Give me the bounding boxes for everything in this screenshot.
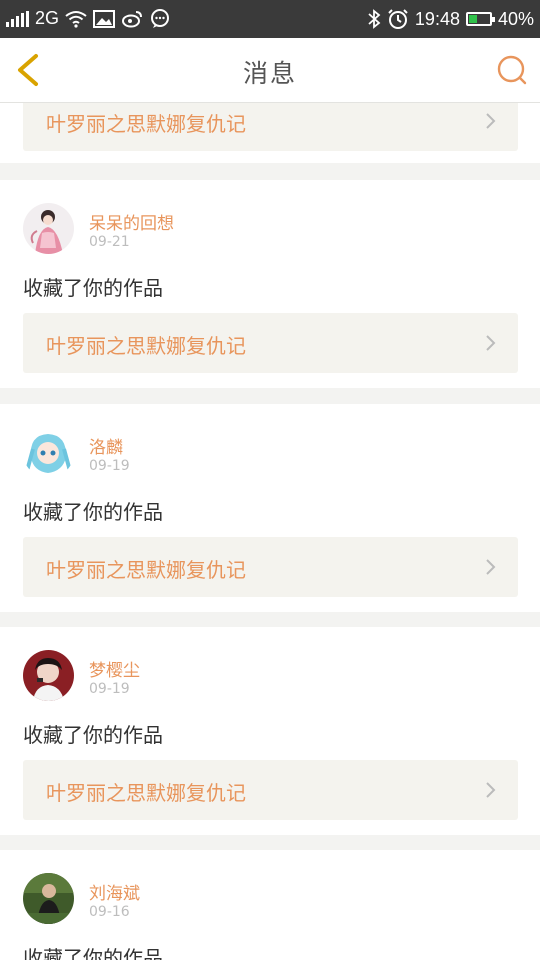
message-text: 收藏了你的作品 [23,500,163,524]
user-avatar[interactable] [23,650,74,701]
message-date: 09-19 [89,681,130,697]
status-right: 19:48 40% [367,8,534,30]
user-avatar[interactable] [23,203,74,254]
nav-bar: 消息 [0,38,540,103]
bluetooth-icon [368,9,381,29]
network-type: 2G [35,8,60,28]
username[interactable]: 梦樱尘 [89,656,140,681]
username[interactable]: 刘海斌 [89,879,140,904]
message-card-partial: 叶罗丽之思默娜复仇记 [0,102,540,163]
message-date: 09-21 [89,234,130,250]
battery-percent: 40% [497,8,534,29]
work-title: 叶罗丽之思默娜复仇记 [46,558,246,582]
work-title: 叶罗丽之思默娜复仇记 [46,334,246,358]
status-bar: 2G 19:48 40% [0,0,540,38]
message-card: 洛麟 09-19 收藏了你的作品 叶罗丽之思默娜复仇记 [0,404,540,612]
signal-icon [6,10,29,27]
chat-icon [151,8,170,28]
message-card: 呆呆的回想 09-21 收藏了你的作品 叶罗丽之思默娜复仇记 [0,180,540,388]
status-left: 2G [6,8,171,29]
chevron-right-icon [486,335,496,351]
message-card: 梦樱尘 09-19 收藏了你的作品 叶罗丽之思默娜复仇记 [0,627,540,835]
username[interactable]: 洛麟 [89,433,123,458]
work-title: 叶罗丽之思默娜复仇记 [46,112,246,136]
search-button[interactable] [496,54,528,86]
chevron-right-icon [486,782,496,798]
username[interactable]: 呆呆的回想 [89,209,174,234]
chevron-right-icon [486,559,496,575]
work-link[interactable]: 叶罗丽之思默娜复仇记 [23,313,518,373]
chevron-right-icon [486,113,496,129]
message-card: 刘海斌 09-16 收藏了你的作品 [0,850,540,960]
message-list[interactable]: 叶罗丽之思默娜复仇记 呆呆的回想 09-21 收藏了你的作品 叶罗丽之思默娜复仇… [0,102,540,960]
work-link[interactable]: 叶罗丽之思默娜复仇记 [23,760,518,820]
image-icon [93,9,116,28]
user-avatar[interactable] [23,873,74,924]
work-title: 叶罗丽之思默娜复仇记 [46,781,246,805]
message-text: 收藏了你的作品 [23,946,163,960]
message-text: 收藏了你的作品 [23,723,163,747]
battery-icon [465,12,495,26]
work-link[interactable]: 叶罗丽之思默娜复仇记 [23,102,518,151]
wifi-icon [65,10,87,28]
work-link[interactable]: 叶罗丽之思默娜复仇记 [23,537,518,597]
message-text: 收藏了你的作品 [23,276,163,300]
user-avatar[interactable] [23,427,74,478]
message-date: 09-16 [89,904,130,920]
page-title: 消息 [242,59,297,88]
message-date: 09-19 [89,458,130,474]
clock-time: 19:48 [414,8,460,29]
alarm-icon [388,9,408,29]
weibo-icon [122,10,143,27]
